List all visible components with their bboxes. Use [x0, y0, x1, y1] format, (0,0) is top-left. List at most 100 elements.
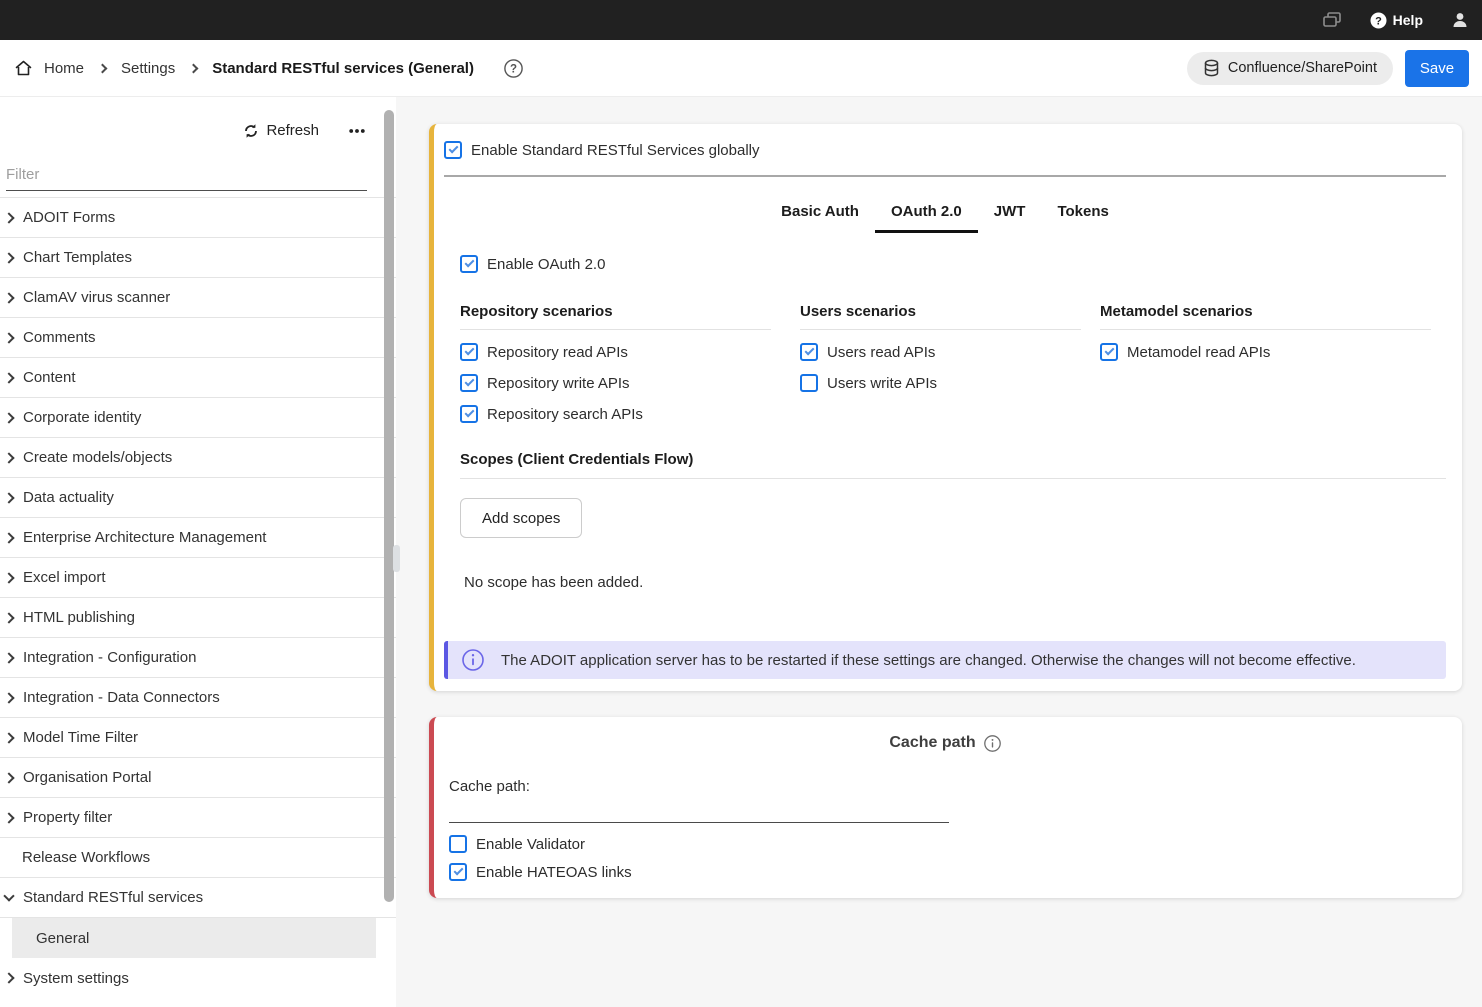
sidebar-item-integration-configuration[interactable]: Integration - Configuration: [0, 638, 396, 678]
tab-oauth-2-0[interactable]: OAuth 2.0: [875, 197, 978, 233]
tab-basic-auth[interactable]: Basic Auth: [765, 197, 875, 233]
enable-oauth-checkbox[interactable]: [460, 255, 478, 273]
sidebar-item-label: Comments: [23, 329, 96, 346]
chevron-right-icon: [3, 652, 14, 663]
option-label: Enable Validator: [476, 836, 585, 853]
sidebar-item-label: Chart Templates: [23, 249, 132, 266]
chevron-right-icon: [3, 212, 14, 223]
sidebar-item-organisation-portal[interactable]: Organisation Portal: [0, 758, 396, 798]
chevron-right-icon: [98, 63, 108, 73]
sidebar-item-label: Enterprise Architecture Management: [23, 529, 266, 546]
check-icon: [464, 408, 474, 418]
column-heading: Users scenarios: [800, 303, 1081, 330]
breadcrumb-settings[interactable]: Settings: [121, 60, 175, 77]
chevron-right-icon: [3, 812, 14, 823]
tab-tokens[interactable]: Tokens: [1041, 197, 1124, 233]
chevron-right-icon: [3, 292, 14, 303]
repository-search-apis-checkbox[interactable]: [460, 405, 478, 423]
repository-read-apis-checkbox[interactable]: [460, 343, 478, 361]
home-icon[interactable]: [14, 59, 33, 77]
users-scenarios-column: Users scenarios Users read APIs Users wr…: [800, 303, 1081, 423]
confluence-sharepoint-button[interactable]: Confluence/SharePoint: [1187, 52, 1393, 85]
chevron-right-icon: [189, 63, 199, 73]
svg-text:?: ?: [1375, 15, 1382, 27]
users-read-apis-checkbox[interactable]: [800, 343, 818, 361]
sidebar-item-content[interactable]: Content: [0, 358, 396, 398]
help-label: Help: [1393, 12, 1423, 28]
column-heading: Metamodel scenarios: [1100, 303, 1431, 330]
windows-icon[interactable]: [1322, 11, 1342, 29]
breadcrumb: Home Settings Standard RESTful services …: [14, 59, 474, 77]
option-label: Repository search APIs: [487, 406, 643, 423]
sidebar-item-adoit-forms[interactable]: ADOIT Forms: [0, 198, 396, 238]
enable-validator-checkbox[interactable]: [449, 835, 467, 853]
sidebar-item-label: Property filter: [23, 809, 112, 826]
sidebar-item-comments[interactable]: Comments: [0, 318, 396, 358]
cache-path-card: Cache path Cache path: Enable Validator …: [429, 717, 1462, 898]
sidebar-item-standard-restful-services[interactable]: Standard RESTful services: [0, 878, 396, 918]
breadcrumb-home[interactable]: Home: [44, 60, 84, 77]
sidebar-item-model-time-filter[interactable]: Model Time Filter: [0, 718, 396, 758]
sidebar-item-label: Standard RESTful services: [23, 889, 203, 906]
sidebar-item-system-settings[interactable]: System settings: [0, 958, 396, 998]
chevron-right-icon: [3, 572, 14, 583]
scenario-columns: Repository scenarios Repository read API…: [460, 303, 1446, 423]
cache-path-input[interactable]: [449, 799, 949, 823]
sidebar-item-corporate-identity[interactable]: Corporate identity: [0, 398, 396, 438]
sidebar-splitter-handle[interactable]: [393, 545, 400, 572]
refresh-button[interactable]: Refresh: [243, 122, 319, 139]
global-enable-checkbox[interactable]: [444, 141, 462, 159]
sidebar-item-release-workflows[interactable]: Release Workflows: [0, 838, 396, 878]
chevron-right-icon: [3, 612, 14, 623]
sidebar-item-label: General: [36, 930, 89, 947]
chevron-right-icon: [3, 412, 14, 423]
sidebar-item-label: Data actuality: [23, 489, 114, 506]
restart-notice-text: The ADOIT application server has to be r…: [501, 652, 1356, 669]
metamodel-read-apis-checkbox[interactable]: [1100, 343, 1118, 361]
tab-jwt[interactable]: JWT: [978, 197, 1042, 233]
sidebar-item-html-publishing[interactable]: HTML publishing: [0, 598, 396, 638]
repository-write-apis-checkbox[interactable]: [460, 374, 478, 392]
column-heading: Repository scenarios: [460, 303, 771, 330]
sidebar-item-clamav-virus-scanner[interactable]: ClamAV virus scanner: [0, 278, 396, 318]
page-help-icon[interactable]: ?: [504, 59, 523, 78]
sidebar-item-integration-data-connectors[interactable]: Integration - Data Connectors: [0, 678, 396, 718]
sidebar-item-label: HTML publishing: [23, 609, 135, 626]
sidebar-item-enterprise-architecture-management[interactable]: Enterprise Architecture Management: [0, 518, 396, 558]
check-icon: [464, 377, 474, 387]
more-options-button[interactable]: [349, 128, 365, 134]
svg-text:?: ?: [510, 63, 517, 75]
info-icon: [462, 649, 484, 671]
check-icon: [1104, 346, 1114, 356]
chevron-right-icon: [3, 772, 14, 783]
sidebar-item-chart-templates[interactable]: Chart Templates: [0, 238, 396, 278]
user-icon[interactable]: [1451, 11, 1469, 29]
divider: [444, 175, 1446, 177]
chevron-right-icon: [3, 492, 14, 503]
sidebar-item-data-actuality[interactable]: Data actuality: [0, 478, 396, 518]
sidebar-item-excel-import[interactable]: Excel import: [0, 558, 396, 598]
add-scopes-button[interactable]: Add scopes: [460, 498, 582, 538]
check-icon: [448, 144, 458, 154]
chevron-right-icon: [3, 732, 14, 743]
chevron-right-icon: [3, 372, 14, 383]
users-write-apis-checkbox[interactable]: [800, 374, 818, 392]
sidebar-item-label: ADOIT Forms: [23, 209, 115, 226]
sidebar-item-label: System settings: [23, 970, 129, 987]
option-label: Users read APIs: [827, 344, 935, 361]
info-icon[interactable]: [984, 735, 1001, 752]
sidebar-scrollbar[interactable]: [384, 110, 394, 902]
confluence-sharepoint-label: Confluence/SharePoint: [1228, 60, 1377, 76]
sidebar-item-label: Corporate identity: [23, 409, 141, 426]
check-icon: [804, 346, 814, 356]
help-button[interactable]: ? Help: [1370, 12, 1423, 29]
sidebar-item-create-models-objects[interactable]: Create models/objects: [0, 438, 396, 478]
save-button[interactable]: Save: [1405, 50, 1469, 87]
sidebar-item-property-filter[interactable]: Property filter: [0, 798, 396, 838]
filter-input[interactable]: [6, 166, 367, 183]
sidebar-item-label: Integration - Data Connectors: [23, 689, 220, 706]
enable-hateoas-links-checkbox[interactable]: [449, 863, 467, 881]
sidebar-item-label: Content: [23, 369, 76, 386]
sidebar-item-general[interactable]: General: [12, 918, 376, 958]
sidebar-item-label: Model Time Filter: [23, 729, 138, 746]
